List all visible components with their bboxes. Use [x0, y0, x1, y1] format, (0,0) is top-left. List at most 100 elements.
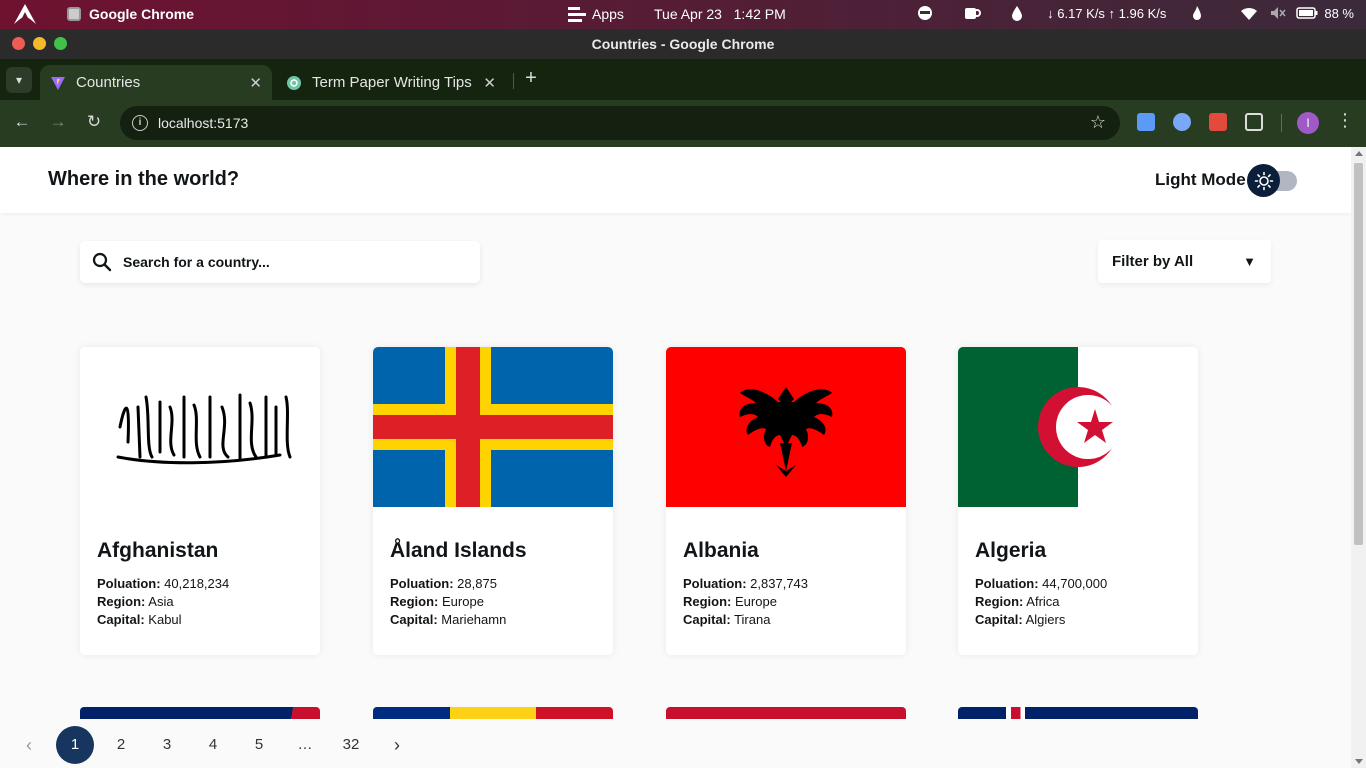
flag-afghanistan-image: [80, 347, 320, 507]
openai-favicon-icon: [287, 75, 301, 90]
page-4-button[interactable]: 4: [194, 726, 232, 764]
population-value: 44,700,000: [1042, 576, 1108, 591]
battery-icon[interactable]: [1296, 7, 1318, 19]
page-5-button[interactable]: 5: [240, 726, 278, 764]
tab-countries[interactable]: Countries ✕: [40, 65, 272, 100]
close-tab-icon[interactable]: ✕: [249, 74, 262, 92]
minimize-window-button[interactable]: [33, 37, 46, 50]
population-value: 2,837,743: [750, 576, 809, 591]
page-scrollbar[interactable]: [1351, 147, 1366, 768]
address-bar[interactable]: i localhost:5173 ☆: [120, 106, 1120, 140]
page-1-button[interactable]: 1: [56, 726, 94, 764]
region-value: Asia: [148, 594, 174, 609]
url-text[interactable]: localhost:5173: [158, 115, 248, 131]
country-card[interactable]: Albania Poluation: 2,837,743 Region: Eur…: [666, 347, 906, 655]
country-details: Poluation: 44,700,000 Region: Africa Cap…: [975, 575, 1107, 629]
region-label: Region:: [975, 594, 1024, 609]
apps-label: Apps: [592, 6, 624, 22]
arch-logo-icon[interactable]: [13, 3, 37, 25]
country-card-partial[interactable]: [80, 707, 320, 719]
region-value: Europe: [442, 594, 484, 609]
bookmark-star-icon[interactable]: ☆: [1090, 112, 1106, 133]
forward-button[interactable]: →: [46, 112, 70, 132]
population-value: 28,875: [457, 576, 497, 591]
region-filter-select[interactable]: Filter by All ▼: [1098, 240, 1271, 283]
scroll-up-arrow-icon[interactable]: [1355, 151, 1363, 156]
active-app-indicator[interactable]: Google Chrome: [67, 6, 194, 22]
extension-bug-icon[interactable]: [1209, 113, 1227, 131]
pagination: ‹ 1 2 3 4 5 … 32 ›: [0, 722, 1351, 768]
back-button[interactable]: ←: [10, 112, 34, 132]
theme-toggle[interactable]: [1247, 164, 1297, 197]
page-content: Where in the world? Light Mode Search fo…: [0, 147, 1351, 768]
extension-docs-icon[interactable]: [1137, 113, 1155, 131]
page-title: Where in the world?: [48, 168, 240, 190]
network-speed[interactable]: ↓ 6.17 K/s ↑ 1.96 K/s: [1047, 6, 1166, 21]
country-card[interactable]: Afghanistan Poluation: 40,218,234 Region…: [80, 347, 320, 655]
search-box[interactable]: [80, 241, 480, 283]
active-app-name: Google Chrome: [89, 6, 195, 22]
region-label: Region:: [390, 594, 439, 609]
battery-percent[interactable]: 88 %: [1324, 6, 1354, 21]
page-3-button[interactable]: 3: [148, 726, 186, 764]
capital-label: Capital:: [390, 612, 438, 627]
theme-mode-label: Light Mode: [1155, 170, 1246, 189]
window-controls: [12, 37, 67, 50]
capital-value: Algiers: [1025, 612, 1066, 627]
maximize-window-button[interactable]: [54, 37, 67, 50]
region-value: Europe: [735, 594, 777, 609]
extensions-puzzle-icon[interactable]: [1245, 113, 1263, 131]
flame-icon[interactable]: [1192, 5, 1202, 21]
scrollbar-thumb[interactable]: [1354, 163, 1363, 545]
tab-divider: [513, 73, 514, 89]
close-tab-icon[interactable]: ✕: [483, 74, 496, 92]
population-label: Poluation:: [97, 576, 161, 591]
population-label: Poluation:: [390, 576, 454, 591]
population-label: Poluation:: [683, 576, 747, 591]
new-tab-button[interactable]: +: [520, 67, 542, 90]
search-input[interactable]: [123, 254, 453, 270]
wifi-icon[interactable]: [1240, 6, 1258, 20]
pagination-ellipsis: …: [297, 736, 313, 753]
status-face-icon[interactable]: [917, 5, 933, 21]
country-details: Poluation: 40,218,234 Region: Asia Capit…: [97, 575, 229, 629]
page-2-button[interactable]: 2: [102, 726, 140, 764]
country-name: Afghanistan: [97, 539, 219, 562]
chrome-menu-icon[interactable]: ⋮: [1336, 110, 1354, 131]
drop-icon[interactable]: [1011, 5, 1023, 21]
vite-favicon-icon: [51, 76, 65, 90]
tab-term-paper[interactable]: Term Paper Writing Tips ✕: [280, 65, 506, 100]
reload-button[interactable]: ↻: [82, 112, 106, 132]
country-card[interactable]: Algeria Poluation: 44,700,000 Region: Af…: [958, 347, 1198, 655]
filter-label: Filter by All: [1112, 253, 1194, 270]
close-window-button[interactable]: [12, 37, 25, 50]
country-card[interactable]: Åland Islands Poluation: 28,875 Region: …: [373, 347, 613, 655]
flag-albania-image: [666, 347, 906, 507]
page-32-button[interactable]: 32: [332, 726, 370, 764]
extension-home-icon[interactable]: [1173, 113, 1191, 131]
country-name: Algeria: [975, 539, 1047, 562]
volume-muted-icon[interactable]: [1270, 6, 1286, 20]
tab-label: Countries: [76, 74, 141, 91]
flag-aland-image: [373, 347, 613, 507]
profile-avatar[interactable]: I: [1297, 112, 1319, 134]
country-card-partial[interactable]: [666, 707, 906, 719]
coffee-icon[interactable]: [963, 5, 982, 21]
country-details: Poluation: 2,837,743 Region: Europe Capi…: [683, 575, 808, 629]
country-details: Poluation: 28,875 Region: Europe Capital…: [390, 575, 506, 629]
prev-page-button[interactable]: ‹: [10, 726, 48, 764]
scroll-down-arrow-icon[interactable]: [1355, 759, 1363, 764]
tab-search-button[interactable]: ▾: [6, 67, 32, 93]
toolbar-divider: [1281, 114, 1282, 132]
capital-value: Mariehamn: [441, 612, 507, 627]
flag-algeria-image: [958, 347, 1198, 507]
clock[interactable]: Tue Apr 23 1:42 PM: [654, 6, 786, 22]
country-card-partial[interactable]: [373, 707, 613, 719]
window-title-bar: Countries - Google Chrome: [0, 29, 1366, 59]
apps-menu[interactable]: Apps: [568, 6, 624, 22]
country-card-partial[interactable]: [958, 707, 1198, 719]
site-info-icon[interactable]: i: [132, 115, 148, 131]
sun-icon: [1247, 164, 1280, 197]
capital-label: Capital:: [97, 612, 145, 627]
next-page-button[interactable]: ›: [378, 726, 416, 764]
